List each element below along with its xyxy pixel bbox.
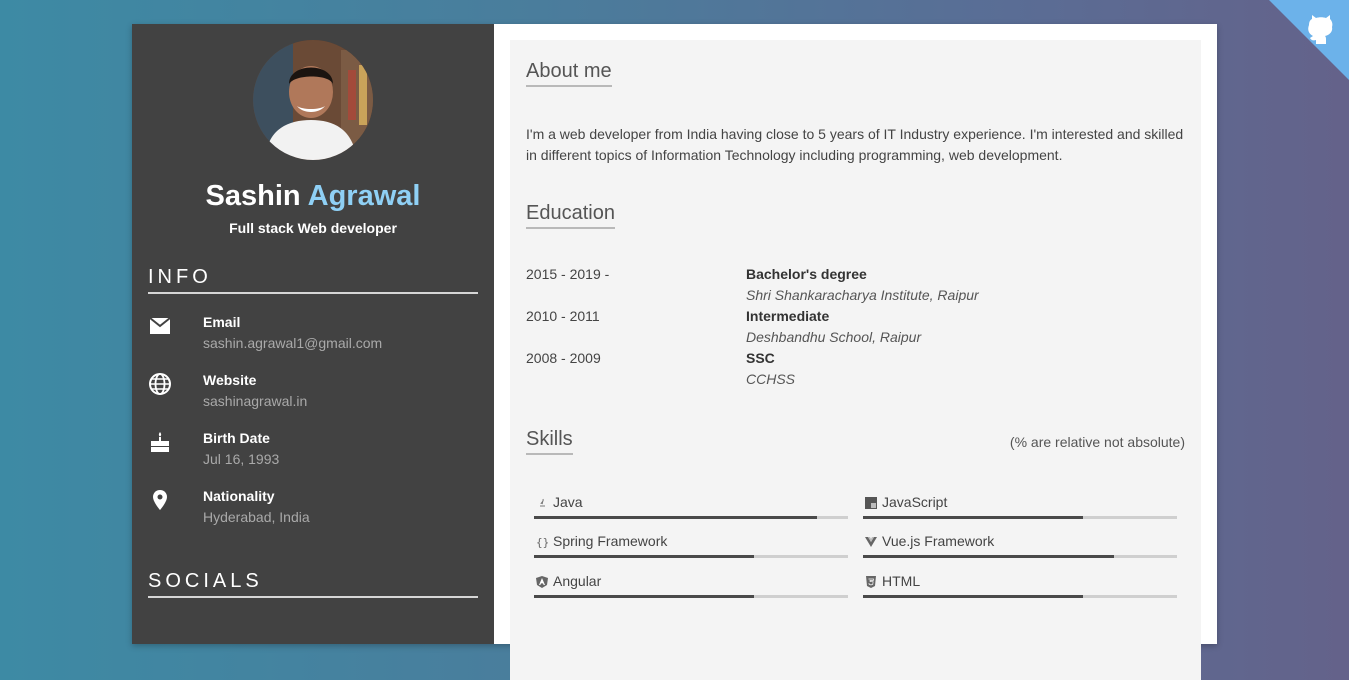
education-row: 2010 - 2011 Intermediate Deshbandhu Scho… — [526, 308, 1186, 350]
vuejs-icon — [865, 537, 877, 547]
skill-bar — [534, 516, 848, 519]
skill-name: Spring Framework — [553, 533, 668, 549]
education-heading: Education — [526, 202, 615, 229]
skill-item-javascript: JavaScript — [863, 494, 1177, 524]
main-panel: About me I'm a web developer from India … — [510, 40, 1201, 640]
avatar — [253, 40, 373, 160]
info-label: Email — [203, 314, 241, 330]
education-row: 2008 - 2009 SSC CCHSS — [526, 350, 1186, 392]
globe-icon — [149, 373, 171, 395]
skills-heading: Skills — [526, 428, 573, 455]
info-item-nationality: Nationality Hyderabad, India — [148, 488, 478, 538]
skill-name: Angular — [553, 573, 602, 589]
java-icon — [540, 498, 545, 507]
skill-bar-fill — [863, 595, 1083, 598]
email-icon — [149, 317, 171, 334]
skill-bar-fill — [534, 555, 754, 558]
resume-card: Sashin Agrawal Full stack Web developer … — [132, 24, 1217, 680]
info-item-birthdate: Birth Date Jul 16, 1993 — [148, 430, 478, 480]
info-item-website: Website sashinagrawal.in — [148, 372, 478, 422]
cake-icon — [151, 432, 169, 452]
skill-item-angular: Angular — [534, 573, 848, 603]
education-institution: CCHSS — [746, 371, 796, 387]
education-years: 2010 - 2011 — [526, 308, 600, 324]
first-name: Sashin — [205, 180, 301, 212]
website-link[interactable]: sashinagrawal.in — [203, 393, 307, 409]
skill-name: Java — [553, 494, 583, 510]
profile-role: Full stack Web developer — [229, 220, 397, 236]
skill-item-spring: {} Spring Framework — [534, 533, 848, 563]
github-octocat-icon[interactable] — [1303, 10, 1339, 46]
location-pin-icon — [153, 490, 167, 510]
education-degree: SSC — [746, 350, 775, 366]
info-heading: INFO — [148, 266, 478, 294]
about-text: I'm a web developer from India having cl… — [526, 126, 1184, 163]
info-label: Nationality — [203, 488, 275, 504]
last-name: Agrawal — [307, 180, 421, 212]
html5-icon — [866, 576, 876, 588]
main-content: About me I'm a web developer from India … — [510, 40, 1201, 680]
skill-bar — [863, 516, 1177, 519]
info-value: Jul 16, 1993 — [203, 451, 280, 467]
angular-icon — [536, 576, 548, 588]
info-label: Birth Date — [203, 430, 270, 446]
skills-note: (% are relative not absolute) — [1009, 434, 1185, 450]
sidebar: Sashin Agrawal Full stack Web developer … — [132, 24, 494, 644]
about-heading: About me — [526, 60, 612, 87]
skill-item-vuejs: Vue.js Framework — [863, 533, 1177, 563]
skill-bar — [863, 555, 1177, 558]
skill-name: HTML — [882, 573, 921, 589]
education-row: 2015 - 2019 - Bachelor's degree Shri Sha… — [526, 266, 1186, 308]
avatar-photo — [253, 40, 373, 160]
skill-bar-fill — [534, 516, 817, 519]
javascript-icon — [865, 497, 877, 509]
skill-bar-fill — [534, 595, 754, 598]
skill-bar-fill — [863, 516, 1083, 519]
education-institution: Shri Shankaracharya Institute, Raipur — [746, 287, 979, 303]
education-degree: Bachelor's degree — [746, 266, 867, 282]
skill-bar — [534, 595, 848, 598]
skill-item-java: Java — [534, 494, 848, 524]
socials-heading: SOCIALS — [148, 570, 478, 598]
profile-name: Sashin Agrawal — [132, 180, 494, 213]
skill-bar — [534, 555, 848, 558]
email-link[interactable]: sashin.agrawal1@gmail.com — [203, 335, 382, 351]
skill-item-html: HTML — [863, 573, 1177, 603]
skill-bar-fill — [863, 555, 1115, 558]
education-degree: Intermediate — [746, 308, 830, 324]
skill-name: JavaScript — [882, 494, 948, 510]
svg-text:{}: {} — [536, 536, 548, 548]
education-years: 2008 - 2009 — [526, 350, 601, 366]
braces-icon: {} — [536, 536, 548, 548]
skill-name: Vue.js Framework — [882, 533, 995, 549]
info-value: Hyderabad, India — [203, 509, 310, 525]
education-institution: Deshbandhu School, Raipur — [746, 329, 922, 345]
education-years: 2015 - 2019 - — [526, 266, 610, 282]
info-item-email: Email sashin.agrawal1@gmail.com — [148, 314, 478, 364]
info-label: Website — [203, 372, 257, 388]
skill-bar — [863, 595, 1177, 598]
